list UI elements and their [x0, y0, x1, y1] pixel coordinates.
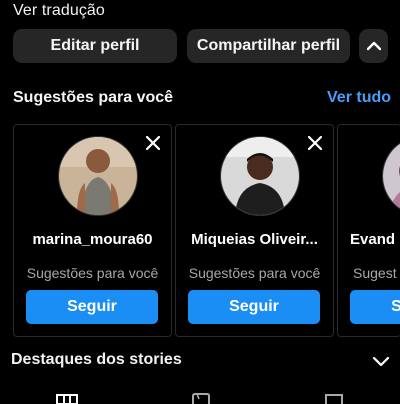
story-highlights-title: Destaques dos stories — [11, 351, 182, 368]
chevron-up-icon — [366, 41, 381, 51]
suggestion-name[interactable]: Miqueias Oliveir... — [176, 231, 333, 248]
close-icon[interactable] — [305, 133, 325, 153]
share-profile-button[interactable]: Compartilhar perfil — [187, 29, 350, 63]
suggestions-title: Sugestões para você — [13, 89, 174, 106]
avatar[interactable] — [220, 136, 300, 216]
suggestion-name[interactable]: marina_moura60 — [14, 231, 171, 248]
avatar[interactable] — [58, 136, 138, 216]
suggestion-name[interactable]: Evand — [350, 231, 395, 248]
suggestion-subtitle: Sugestões para você — [26, 265, 159, 281]
suggestion-subtitle: Sugest — [353, 265, 397, 281]
follow-button[interactable]: Seguir — [26, 290, 158, 324]
reels-icon[interactable] — [190, 390, 212, 404]
follow-button[interactable]: Seguir — [350, 290, 400, 324]
suggestion-card: Miqueias Oliveir... Sugestões para você … — [175, 124, 334, 337]
suggestion-card: marina_moura60 Sugestões para você Segui… — [13, 124, 172, 337]
collapse-suggestions-button[interactable] — [359, 29, 388, 63]
avatar[interactable] — [382, 136, 400, 216]
edit-profile-button[interactable]: Editar perfil — [13, 29, 177, 63]
tagged-icon[interactable] — [323, 390, 345, 404]
see-all-link[interactable]: Ver tudo — [327, 89, 391, 107]
chevron-down-icon[interactable] — [372, 352, 390, 370]
suggestion-subtitle: Sugestões para você — [188, 265, 321, 281]
suggestion-card: Evand Sugest Seguir — [337, 124, 400, 337]
translate-link[interactable]: Ver tradução — [13, 2, 105, 20]
grid-icon[interactable] — [56, 390, 78, 404]
close-icon[interactable] — [143, 133, 163, 153]
follow-button[interactable]: Seguir — [188, 290, 320, 324]
